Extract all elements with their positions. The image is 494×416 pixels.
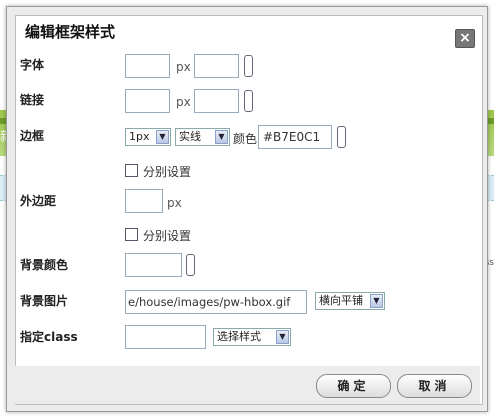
font-color-picker-button[interactable] [244,55,253,77]
margin-separate-checkbox[interactable] [125,228,138,241]
bg-image-input[interactable] [125,290,307,314]
chevron-down-icon: ▼ [276,330,289,344]
ok-button[interactable]: 确定 [316,374,391,398]
bg-repeat-value: 横向平铺 [319,294,363,307]
chevron-down-icon: ▼ [215,130,228,144]
dialog-title: 编辑框架样式 [25,23,116,41]
border-color-picker-button[interactable] [337,126,346,148]
margin-label: 外边距 [20,194,57,208]
margin-separate-label: 分别设置 [143,229,192,243]
border-separate-option[interactable]: 分别设置 [125,163,191,180]
class-style-value: 选择样式 [217,330,261,343]
font-size-input[interactable] [125,54,170,78]
font-color-input[interactable] [194,54,239,78]
link-size-input[interactable] [125,89,170,113]
font-unit: px [176,60,191,74]
border-width-value: 1px [129,130,150,143]
link-label: 链接 [20,93,45,107]
link-color-input[interactable] [194,89,239,113]
link-color-picker-button[interactable] [244,90,253,112]
border-separate-label: 分别设置 [143,165,192,179]
chevron-down-icon: ▼ [156,130,169,144]
class-label: 指定class [20,330,78,344]
margin-unit: px [167,196,182,210]
border-color-label: 颜色 [233,132,258,146]
bg-image-label: 背景图片 [20,294,69,308]
border-separate-checkbox[interactable] [125,164,138,177]
font-label: 字体 [20,58,45,72]
close-icon[interactable]: × [455,29,475,48]
bg-repeat-select[interactable]: 横向平铺 ▼ [315,292,385,310]
class-style-select[interactable]: 选择样式 ▼ [213,328,291,346]
margin-input[interactable] [125,189,163,213]
margin-separate-option[interactable]: 分别设置 [125,227,191,244]
border-style-select[interactable]: 实线 ▼ [175,128,230,146]
border-style-value: 实线 [179,130,201,143]
cancel-button[interactable]: 取消 [397,374,472,398]
class-input[interactable] [125,325,206,349]
link-unit: px [176,95,191,109]
border-label: 边框 [20,129,45,143]
bg-color-label: 背景颜色 [20,258,69,272]
chevron-down-icon: ▼ [370,294,383,308]
bg-color-picker-button[interactable] [186,254,195,276]
bg-color-input[interactable] [125,253,182,277]
border-width-select[interactable]: 1px ▼ [125,128,171,146]
border-color-input[interactable] [258,125,332,149]
